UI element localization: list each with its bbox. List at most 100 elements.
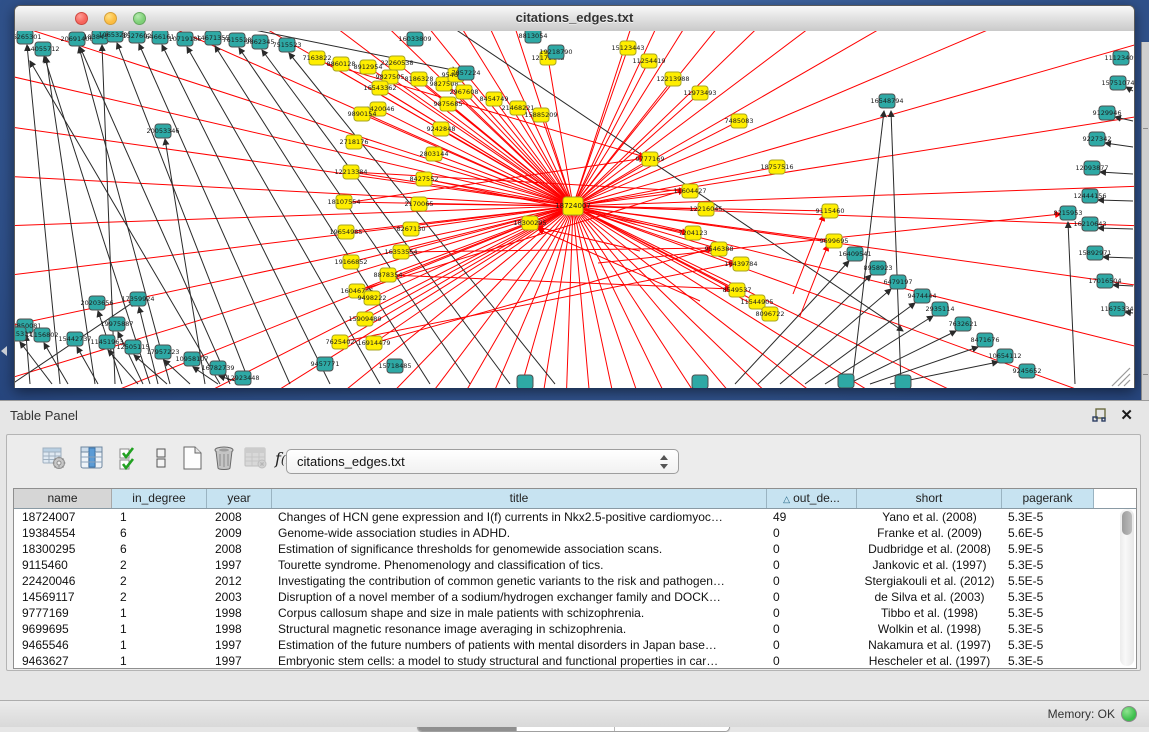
table-cell[interactable]: 6 <box>112 525 207 541</box>
graph-node[interactable]: 19654985 <box>329 225 362 239</box>
row-options-icon[interactable] <box>149 445 177 473</box>
graph-node[interactable]: 16353554 <box>384 245 417 259</box>
graph-node[interactable]: 11604427 <box>673 184 706 198</box>
table-cell[interactable]: Franke et al. (2009) <box>857 525 1002 541</box>
table-row[interactable]: 2242004622012Investigating the contribut… <box>14 573 1136 589</box>
graph-node[interactable]: 9875685 <box>434 97 463 111</box>
graph-node[interactable]: 7625402 <box>326 335 355 349</box>
graph-node[interactable]: 7632621 <box>949 317 978 331</box>
graph-node[interactable]: 9245652 <box>1013 364 1042 378</box>
table-cell[interactable]: 1 <box>112 509 207 525</box>
table-cell[interactable]: 0 <box>767 525 857 541</box>
collapsed-side-panel[interactable] <box>1141 42 1149 400</box>
graph-node[interactable]: 2803144 <box>420 147 449 161</box>
table-cell[interactable]: 1997 <box>207 653 272 669</box>
graph-node[interactable]: 15718485 <box>378 359 411 373</box>
table-cell[interactable]: 9699695 <box>14 621 112 637</box>
memory-status-indicator[interactable] <box>1121 706 1137 722</box>
graph-node[interactable]: 19975887 <box>100 317 133 331</box>
table-cell[interactable]: Estimation of significance thresholds fo… <box>272 541 767 557</box>
vertical-scrollbar[interactable] <box>1120 509 1134 666</box>
table-cell[interactable]: 18724007 <box>14 509 112 525</box>
table-cell[interactable]: 9465546 <box>14 637 112 653</box>
graph-node[interactable]: 16210643 <box>1073 217 1106 231</box>
table-cell[interactable]: 19384554 <box>14 525 112 541</box>
table-cell[interactable]: Changes of HCN gene expression and I(f) … <box>272 509 767 525</box>
graph-node[interactable]: 11973493 <box>683 86 716 100</box>
graph-node[interactable]: 8096722 <box>756 307 785 321</box>
table-cell[interactable]: Corpus callosum shape and size in male p… <box>272 605 767 621</box>
table-cell[interactable]: 0 <box>767 541 857 557</box>
table-cell[interactable]: 0 <box>767 589 857 605</box>
close-panel-icon[interactable]: ✕ <box>1120 406 1133 424</box>
graph-node[interactable]: 12093877 <box>1075 161 1108 175</box>
table-cell[interactable]: 14569117 <box>14 589 112 605</box>
network-view-window[interactable]: citations_edges.txt 71638228860128891295… <box>14 5 1135 388</box>
table-cell[interactable]: 5.3E-5 <box>1002 509 1094 525</box>
table-cell[interactable]: 2009 <box>207 525 272 541</box>
table-cell[interactable]: 1997 <box>207 557 272 573</box>
table-cell[interactable]: Hescheler et al. (1997) <box>857 653 1002 669</box>
graph-node[interactable]: 9777169 <box>636 152 665 166</box>
edit-checks-icon[interactable] <box>117 445 145 473</box>
graph-node[interactable]: 15885209 <box>524 108 557 122</box>
graph-node[interactable] <box>895 375 911 388</box>
table-cell[interactable]: 5.3E-5 <box>1002 557 1094 573</box>
column-header-title[interactable]: title <box>272 489 767 508</box>
graph-node[interactable]: 9457771 <box>311 357 340 371</box>
delete-icon[interactable] <box>211 445 239 473</box>
table-row[interactable]: 946554611997Estimation of the future num… <box>14 637 1136 653</box>
table-cell[interactable]: 1 <box>112 605 207 621</box>
graph-node[interactable]: 14055712 <box>26 42 59 56</box>
table-row[interactable]: 1830029562008Estimation of significance … <box>14 541 1136 557</box>
table-cell[interactable]: 1998 <box>207 605 272 621</box>
table-cell[interactable]: 1 <box>112 653 207 669</box>
graph-node[interactable]: 8215953 <box>1054 206 1083 220</box>
graph-node[interactable]: 16782739 <box>201 361 234 375</box>
graph-node[interactable]: 8860128 <box>327 57 356 71</box>
table-cell[interactable]: Tibbo et al. (1998) <box>857 605 1002 621</box>
graph-node[interactable]: 17016504 <box>1088 274 1121 288</box>
table-settings-icon[interactable] <box>41 445 69 473</box>
column-header-name[interactable]: name <box>14 489 112 508</box>
graph-node[interactable]: 20203656 <box>80 296 113 310</box>
graph-node[interactable] <box>838 374 854 388</box>
table-cell[interactable]: 9463627 <box>14 653 112 669</box>
resize-grip[interactable] <box>1124 380 1130 386</box>
table-cell[interactable]: 0 <box>767 653 857 669</box>
graph-node[interactable]: 9242848 <box>427 122 456 136</box>
graph-node[interactable]: 12923448 <box>226 371 259 385</box>
table-row[interactable]: 969969511998Structural magnetic resonanc… <box>14 621 1136 637</box>
table-cell[interactable]: Estimation of the future numbers of pati… <box>272 637 767 653</box>
table-cell[interactable]: 2 <box>112 573 207 589</box>
table-cell[interactable]: Wolkin et al. (1998) <box>857 621 1002 637</box>
graph-node[interactable]: 8471676 <box>971 333 1000 347</box>
table-cell[interactable]: 0 <box>767 605 857 621</box>
graph-node[interactable]: 15442737 <box>58 332 91 346</box>
table-cell[interactable]: 2 <box>112 557 207 573</box>
graph-node[interactable]: 11123409 <box>1104 51 1134 65</box>
graph-node[interactable]: 16914479 <box>357 336 390 350</box>
table-cell[interactable]: Dudbridge et al. (2008) <box>857 541 1002 557</box>
column-header-in_degree[interactable]: in_degree <box>112 489 207 508</box>
table-cell[interactable]: 5.6E-5 <box>1002 525 1094 541</box>
graph-node[interactable]: 19166852 <box>334 255 367 269</box>
graph-node[interactable]: 8958923 <box>864 261 893 275</box>
table-cell[interactable]: 18300295 <box>14 541 112 557</box>
column-header-year[interactable]: year <box>207 489 272 508</box>
table-row[interactable]: 946362711997Embryonic stem cells: a mode… <box>14 653 1136 669</box>
new-document-icon[interactable] <box>179 445 207 473</box>
table-cell[interactable]: 5.3E-5 <box>1002 653 1094 669</box>
table-cell[interactable]: 1997 <box>207 637 272 653</box>
table-cell[interactable]: Jankovic et al. (1997) <box>857 557 1002 573</box>
graph-node[interactable]: 9862345 <box>246 35 275 49</box>
graph-node[interactable]: 9115460 <box>816 204 845 218</box>
table-cell[interactable]: 49 <box>767 509 857 525</box>
table-cell[interactable]: 0 <box>767 573 857 589</box>
table-cell[interactable]: Tourette syndrome. Phenomenology and cla… <box>272 557 767 573</box>
graph-node[interactable]: 9227342 <box>1083 132 1112 146</box>
graph-node[interactable]: 15909489 <box>348 312 381 326</box>
table-cell[interactable]: Investigating the contribution of common… <box>272 573 767 589</box>
table-cell[interactable]: 5.5E-5 <box>1002 573 1094 589</box>
scrollbar-thumb[interactable] <box>1122 511 1132 535</box>
